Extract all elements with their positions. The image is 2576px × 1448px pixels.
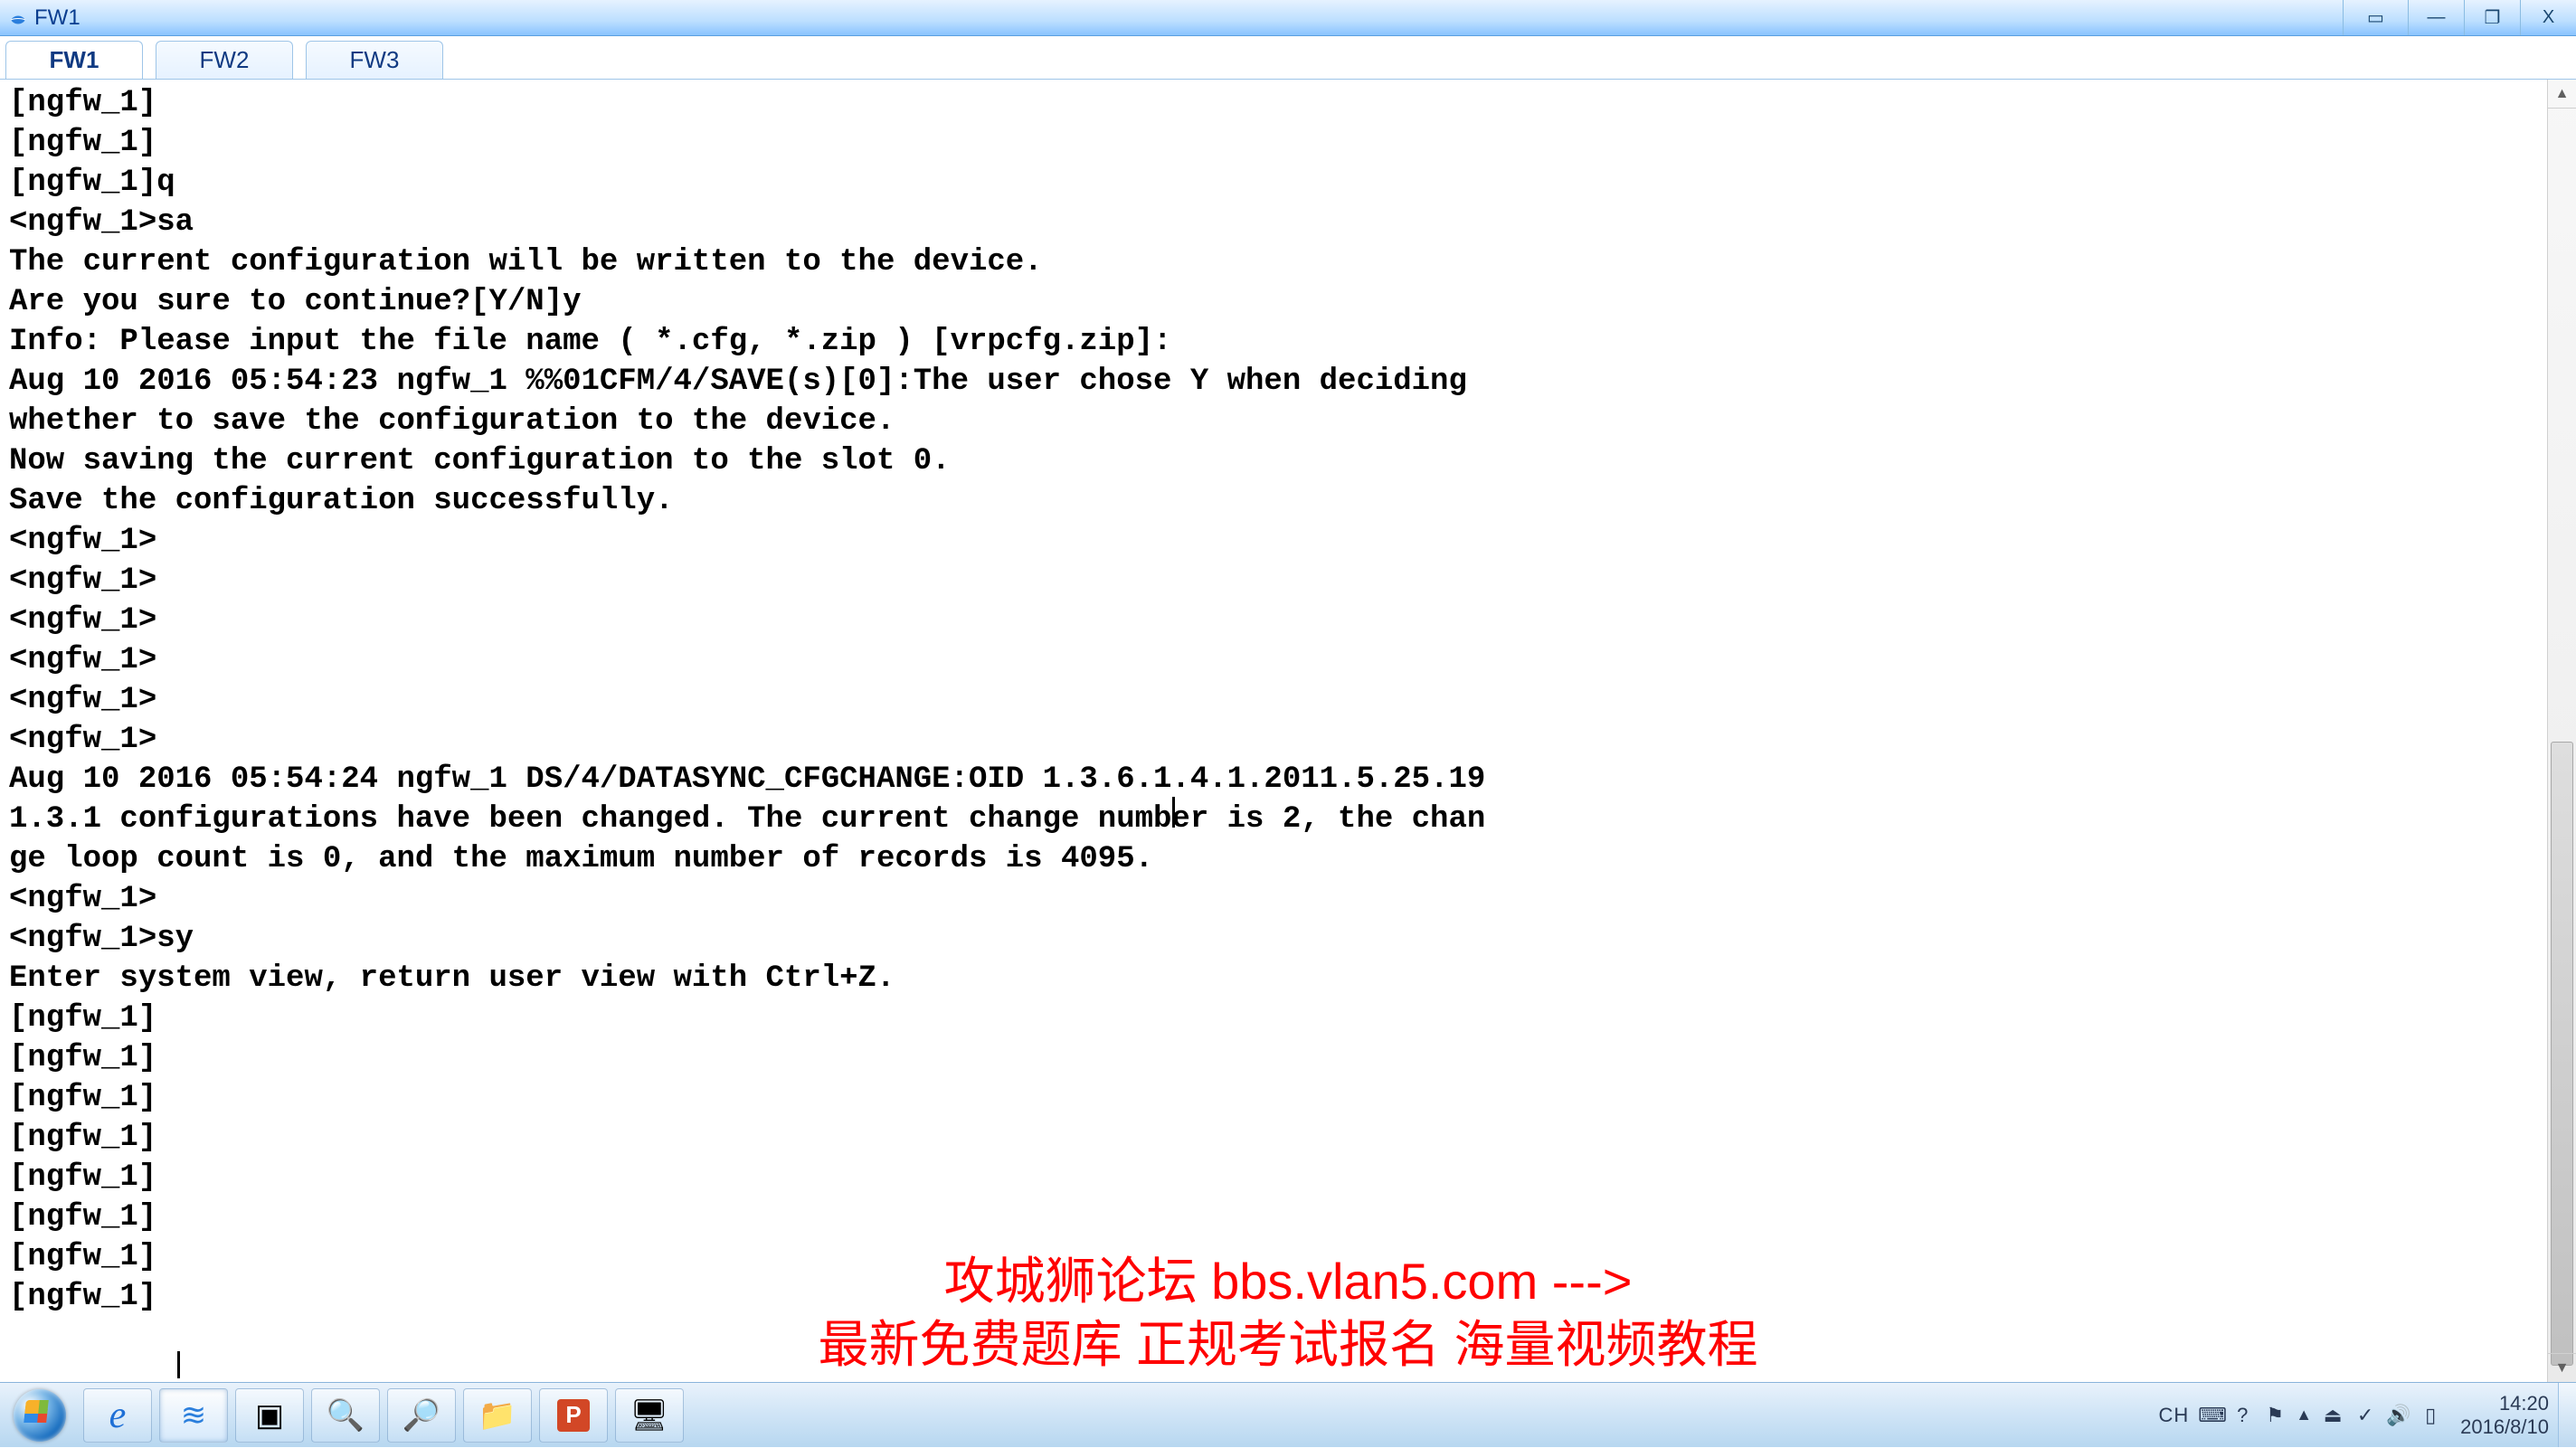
tab-strip: FW1 FW2 FW3 (0, 36, 2576, 80)
clock[interactable]: 14:20 2016/8/10 (2451, 1392, 2549, 1438)
console-icon: ▣ (255, 1397, 284, 1434)
clock-date: 2016/8/10 (2460, 1415, 2549, 1438)
action-center-icon[interactable]: ⚑ (2263, 1404, 2287, 1427)
window-controls: ▭ — ❐ X (2343, 0, 2576, 35)
tab-fw1[interactable]: FW1 (5, 41, 143, 79)
ime-icon[interactable]: ⌨ (2198, 1404, 2221, 1427)
folder-icon: 📁 (478, 1397, 516, 1434)
minimize-button[interactable]: — (2408, 0, 2464, 35)
snap-button[interactable]: ▭ (2343, 0, 2408, 35)
window-titlebar: FW1 ▭ — ❐ X (0, 0, 2576, 36)
show-desktop-button[interactable] (2558, 1383, 2576, 1447)
battery-icon[interactable]: ▯ (2419, 1404, 2442, 1427)
taskbar-item-console1[interactable]: ▣ (235, 1388, 304, 1443)
terminal-pane: [ngfw_1] [ngfw_1] [ngfw_1]q <ngfw_1>sa T… (0, 80, 2576, 1382)
ie-icon: e (109, 1394, 127, 1437)
maximize-button[interactable]: ❐ (2464, 0, 2520, 35)
clock-time: 14:20 (2460, 1392, 2549, 1415)
window-title: FW1 (34, 5, 80, 31)
app-icon (5, 5, 31, 31)
tab-fw2[interactable]: FW2 (156, 41, 293, 79)
scroll-up-arrow[interactable]: ▲ (2548, 80, 2576, 109)
tray-expand-icon[interactable]: ▲ (2296, 1405, 2312, 1424)
taskbar-item-magnifier[interactable]: 🔍 (311, 1388, 380, 1443)
help-icon[interactable]: ? (2230, 1404, 2254, 1427)
taskbar-item-ie[interactable]: e (83, 1388, 152, 1443)
powerpoint-icon: P (557, 1399, 590, 1432)
ensp-icon: ≋ (181, 1397, 207, 1434)
security-icon[interactable]: ✓ (2353, 1404, 2377, 1427)
ime-language[interactable]: CH (2159, 1404, 2190, 1427)
start-button[interactable] (0, 1383, 80, 1448)
magnifier-icon: 🔍 (327, 1397, 365, 1434)
taskbar-item-search[interactable]: 🔎 (387, 1388, 456, 1443)
windows-taskbar: e ≋ ▣ 🔍 🔎 📁 P 🖥 CH ⌨ ? ⚑ ▲ ⏏ ✓ 🔊 ▯ 14:20… (0, 1382, 2576, 1447)
scroll-down-arrow[interactable]: ▼ (2548, 1353, 2576, 1382)
safe-remove-icon[interactable]: ⏏ (2321, 1404, 2344, 1427)
taskbar-item-explorer[interactable]: 📁 (463, 1388, 532, 1443)
tab-fw3[interactable]: FW3 (306, 41, 443, 79)
terminal-icon: 🖥 (630, 1397, 668, 1434)
scroll-thumb[interactable] (2551, 742, 2573, 1366)
taskbar-item-ensp[interactable]: ≋ (159, 1388, 228, 1443)
taskbar-item-powerpoint[interactable]: P (539, 1388, 608, 1443)
search-icon: 🔎 (402, 1397, 440, 1434)
close-button[interactable]: X (2520, 0, 2576, 35)
terminal-output[interactable]: [ngfw_1] [ngfw_1] [ngfw_1]q <ngfw_1>sa T… (0, 80, 2576, 1382)
vertical-scrollbar[interactable]: ▲ ▼ (2547, 80, 2576, 1382)
system-tray: CH ⌨ ? ⚑ ▲ ⏏ ✓ 🔊 ▯ 14:20 2016/8/10 (2159, 1383, 2558, 1447)
taskbar-item-terminal[interactable]: 🖥 (615, 1388, 684, 1443)
text-caret (1172, 797, 1175, 828)
volume-icon[interactable]: 🔊 (2386, 1404, 2410, 1427)
input-cursor (177, 1351, 180, 1378)
windows-logo-icon (14, 1389, 66, 1442)
